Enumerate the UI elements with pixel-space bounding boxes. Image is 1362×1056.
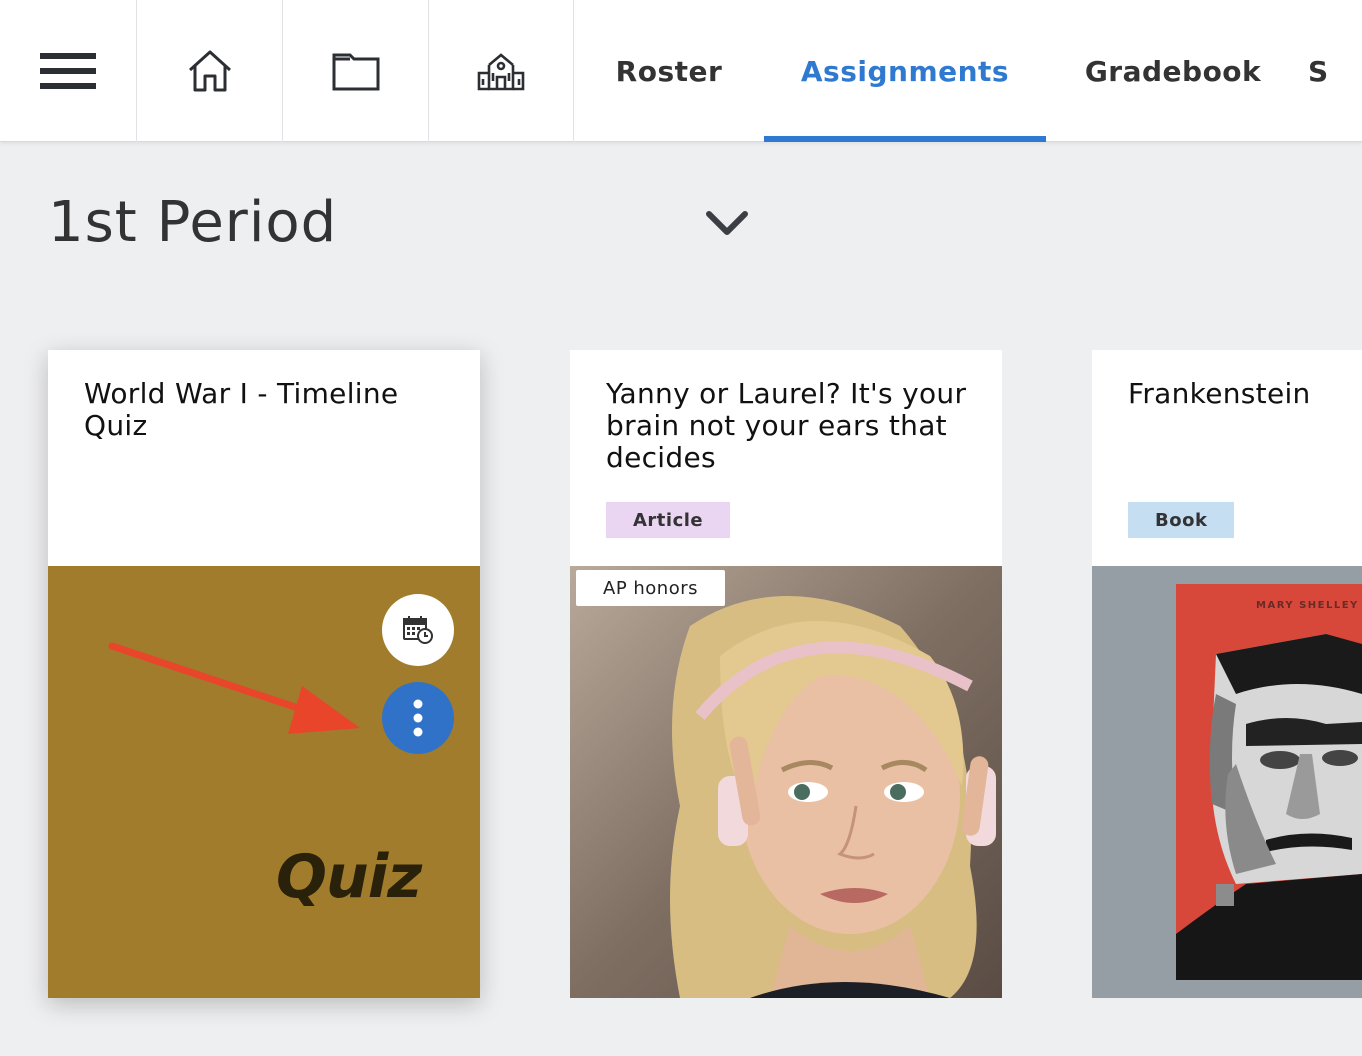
card-media-quiz: Quiz: [48, 566, 480, 998]
home-icon: [188, 50, 231, 92]
folder-icon: [332, 53, 379, 91]
card-title: World War I - Timeline Quiz: [84, 377, 399, 442]
period-title: 1st Period: [48, 190, 338, 255]
hamburger-menu-icon: [40, 53, 96, 89]
schedule-button[interactable]: [382, 594, 454, 666]
frankenstein-illustration: [1176, 634, 1362, 980]
tab-truncated[interactable]: S: [1300, 0, 1360, 142]
girl-with-headphones-image: [570, 566, 1002, 998]
type-badge-article: Article: [606, 502, 731, 538]
library-button[interactable]: [283, 0, 429, 142]
tab-roster[interactable]: Roster: [574, 0, 764, 142]
more-vertical-icon: [413, 699, 423, 737]
card-media-book: MARY SHELLEY: [1092, 566, 1362, 998]
chevron-down-icon: [706, 211, 748, 235]
tab-assignments[interactable]: Assignments: [764, 0, 1046, 142]
assignment-card-quiz[interactable]: World War I - Timeline Quiz Quiz: [48, 350, 480, 998]
card-title: Frankenstein: [1128, 377, 1311, 410]
more-options-button[interactable]: [382, 682, 454, 754]
school-button[interactable]: [429, 0, 574, 142]
school-icon: [477, 53, 525, 91]
menu-button[interactable]: [0, 0, 137, 142]
assignment-card-article[interactable]: Yanny or Laurel? It's your brain not you…: [570, 350, 1002, 998]
card-media-photo: AP honors: [570, 566, 1002, 998]
card-title: Yanny or Laurel? It's your brain not you…: [606, 377, 967, 474]
quiz-label: Quiz: [276, 842, 422, 912]
tag-label: AP honors: [576, 570, 726, 606]
red-arrow-icon: [108, 642, 360, 734]
home-button[interactable]: [137, 0, 283, 142]
assignment-card-book[interactable]: Frankenstein Book MARY SHELLEY: [1092, 350, 1362, 998]
type-badge-book: Book: [1128, 502, 1235, 538]
tab-gradebook[interactable]: Gradebook: [1046, 0, 1300, 142]
top-navigation: Roster Assignments Gradebook S: [0, 0, 1362, 142]
period-dropdown-button[interactable]: [704, 208, 750, 242]
calendar-clock-icon: [403, 616, 433, 644]
book-cover: MARY SHELLEY: [1176, 584, 1362, 980]
